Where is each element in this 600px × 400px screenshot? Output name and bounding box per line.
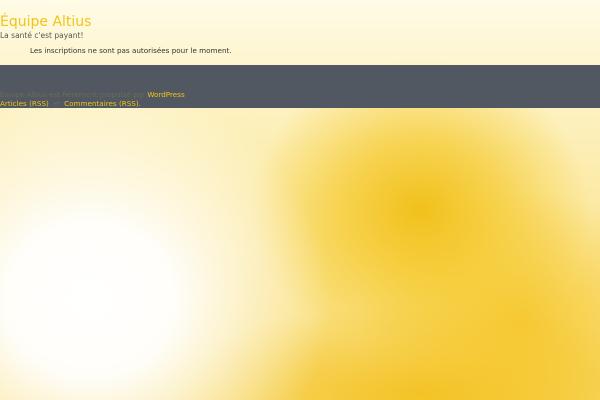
page: Équipe Altius La santé c'est payant! Les… xyxy=(0,0,600,400)
footer-separator: et xyxy=(52,99,61,108)
site-title[interactable]: Équipe Altius xyxy=(0,12,91,32)
site-title-link[interactable]: Équipe Altius xyxy=(0,14,91,30)
footer-credit-text: Équipe Altius est fièrement propulsé par xyxy=(0,90,146,99)
site-description: La santé c'est payant! xyxy=(0,31,84,40)
registration-notice: Les inscriptions ne sont pas autorisées … xyxy=(30,46,232,55)
footer-feeds: Articles (RSS) et Commentaires (RSS). xyxy=(0,99,141,109)
footer: Équipe Altius est fièrement propulsé par… xyxy=(0,65,600,108)
comments-rss-link[interactable]: Commentaires (RSS). xyxy=(64,99,141,108)
wordpress-link[interactable]: WordPress xyxy=(147,90,184,99)
articles-rss-link[interactable]: Articles (RSS) xyxy=(0,99,49,108)
